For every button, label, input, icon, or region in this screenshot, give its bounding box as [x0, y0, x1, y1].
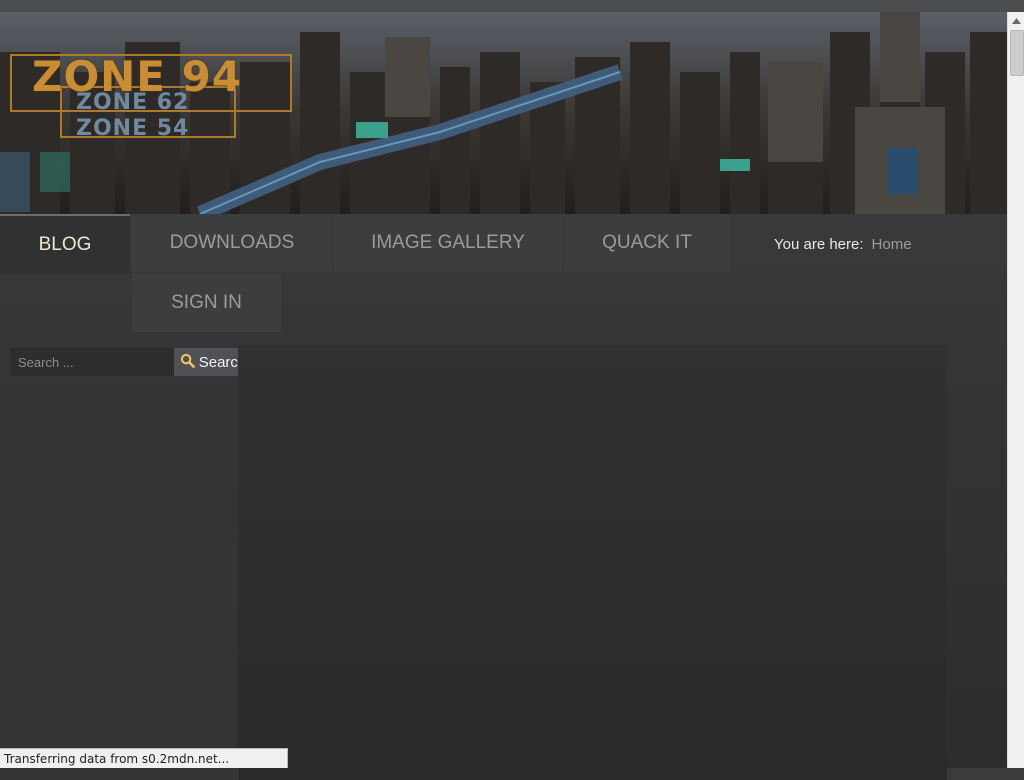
- nav-item-downloads[interactable]: DOWNLOADS: [132, 214, 332, 272]
- scrollbar-thumb[interactable]: [1010, 30, 1024, 76]
- nav-item-sign-in[interactable]: SIGN IN: [132, 274, 281, 332]
- header-banner: ZONE 94 ZONE 62 ZONE 54: [0, 12, 1007, 216]
- logo-sub-text-1: ZONE 62: [76, 90, 190, 115]
- breadcrumb: You are here: Home: [774, 236, 912, 253]
- nav-item-label: SIGN IN: [171, 292, 242, 313]
- main-navigation: BLOG DOWNLOADS IMAGE GALLERY QUACK IT SI…: [0, 214, 1007, 344]
- main-content-area: [238, 345, 947, 780]
- breadcrumb-home-link[interactable]: Home: [872, 236, 912, 253]
- browser-top-bar: [0, 0, 1024, 12]
- nav-item-quack-it[interactable]: QUACK IT: [564, 214, 730, 272]
- search-input[interactable]: [11, 348, 177, 376]
- sidebar: [0, 388, 237, 780]
- nav-item-label: DOWNLOADS: [169, 232, 295, 253]
- page: ZONE 94 ZONE 62 ZONE 54 BLOG DOWNLOADS I…: [0, 12, 1007, 780]
- nav-item-label: BLOG: [38, 234, 92, 255]
- logo-sub-text-2: ZONE 54: [76, 116, 190, 141]
- browser-status-bar: Transferring data from s0.2mdn.net...: [0, 748, 288, 768]
- status-text: Transferring data from s0.2mdn.net...: [4, 752, 230, 766]
- vertical-scrollbar[interactable]: [1007, 12, 1024, 768]
- scroll-up-arrow-icon[interactable]: [1008, 12, 1024, 29]
- nav-item-label: IMAGE GALLERY: [371, 232, 525, 253]
- nav-item-label: QUACK IT: [602, 232, 692, 253]
- search-icon: [180, 353, 195, 372]
- nav-item-blog[interactable]: BLOG: [0, 214, 130, 274]
- breadcrumb-prefix: You are here:: [774, 236, 864, 253]
- nav-item-image-gallery[interactable]: IMAGE GALLERY: [334, 214, 562, 272]
